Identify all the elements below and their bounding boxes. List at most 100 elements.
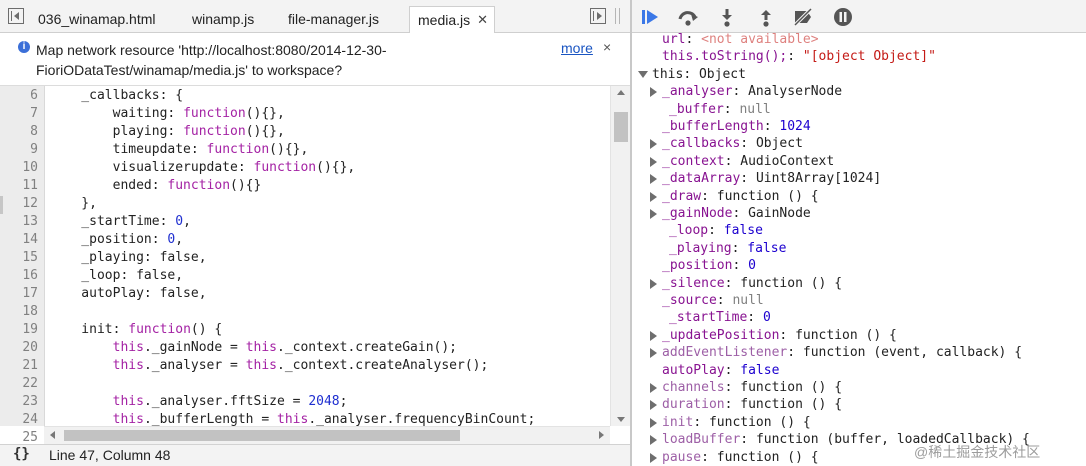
tab-label: 036_winamap.html	[38, 11, 156, 27]
scroll-up-icon[interactable]	[617, 90, 625, 95]
watermark-text: @稀土掘金技术社区	[914, 444, 1041, 460]
code-line: timeupdate: function(){},	[50, 142, 309, 157]
collapsed-triangle-icon[interactable]	[650, 87, 657, 98]
code-editor[interactable]: 6 _callbacks: {7 waiting: function(){}, 8…	[0, 86, 610, 445]
scope-value: function () {	[716, 449, 819, 465]
separator	[615, 8, 616, 24]
collapsed-triangle-icon[interactable]	[650, 191, 657, 202]
line-number[interactable]: 7	[0, 105, 38, 123]
collapsed-triangle-icon[interactable]	[650, 174, 657, 185]
collapsed-triangle-icon[interactable]	[650, 383, 657, 393]
close-tab-icon[interactable]: ✕	[477, 7, 488, 33]
tab-036-winamap-html[interactable]: 036_winamap.html	[30, 6, 170, 32]
collapsed-triangle-icon[interactable]	[650, 348, 657, 359]
line-number[interactable]: 18	[0, 303, 38, 321]
scope-value: AnalyserNode	[748, 84, 843, 100]
line-number[interactable]: 13	[0, 213, 38, 231]
editor-pane: 036_winamap.html winamp.js file-manager.…	[0, 0, 630, 466]
scope-key: this.toString();: "[object Object]"	[662, 49, 936, 65]
code-line: _loop: false,	[50, 268, 184, 283]
scope-value: null	[732, 293, 764, 308]
scope-value: GainNode	[748, 206, 811, 221]
scope-value: 0	[748, 258, 756, 274]
scope-key: pause: function () {	[662, 449, 819, 465]
line-number[interactable]: 16	[0, 267, 38, 285]
line-number[interactable]: 9	[0, 141, 38, 159]
line-number[interactable]: 23	[0, 393, 38, 411]
scope-value: AudioContext	[740, 153, 835, 169]
code-line: visualizerupdate: function(){},	[50, 160, 356, 175]
scope-value: <not available>	[701, 32, 819, 47]
editor-status-bar: {} Line 47, Column 48	[0, 444, 630, 466]
step-into-icon[interactable]	[716, 6, 738, 28]
infobar-message: Map network resource 'http://localhost:8…	[36, 40, 536, 80]
scope-value: Object	[755, 136, 803, 152]
scope-key: autoPlay: false	[662, 362, 780, 378]
tab-label: media.js	[418, 12, 471, 28]
line-number[interactable]: 10	[0, 159, 38, 177]
scope-key: _context: AudioContext	[662, 153, 835, 169]
collapsed-triangle-icon[interactable]	[650, 435, 657, 446]
pretty-print-button[interactable]: {}	[13, 446, 30, 462]
code-line: autoPlay: false,	[50, 286, 207, 301]
collapsed-triangle-icon[interactable]	[650, 209, 657, 219]
scrollbar-thumb[interactable]	[64, 430, 460, 441]
collapsed-triangle-icon[interactable]	[650, 278, 657, 289]
collapsed-triangle-icon[interactable]	[650, 139, 657, 150]
vertical-scrollbar[interactable]	[610, 86, 630, 426]
line-number[interactable]: 8	[0, 123, 38, 141]
pause-on-exceptions-icon[interactable]	[832, 6, 854, 28]
line-number[interactable]: 15	[0, 249, 38, 267]
scope-key: _playing: false	[669, 240, 787, 256]
scope-key: channels: function () {	[662, 380, 843, 395]
line-number[interactable]: 12	[0, 195, 38, 213]
line-number[interactable]: 14	[0, 231, 38, 249]
scope-key: duration: function () {	[662, 397, 843, 413]
deactivate-breakpoints-icon[interactable]	[792, 6, 814, 28]
line-number[interactable]: 24	[0, 411, 38, 429]
line-number[interactable]: 19	[0, 321, 38, 339]
code-line: _position: 0,	[50, 232, 184, 247]
scope-key: this: Object	[652, 66, 746, 82]
scope-value: 1024	[779, 119, 811, 134]
tab-media-js[interactable]: media.js ✕	[409, 6, 495, 33]
collapsed-triangle-icon[interactable]	[650, 400, 657, 411]
scrollbar-thumb[interactable]	[614, 112, 628, 142]
expanded-triangle-icon[interactable]	[638, 70, 648, 78]
step-out-icon[interactable]	[755, 6, 777, 28]
code-line: _playing: false,	[50, 250, 207, 265]
collapsed-triangle-icon[interactable]	[650, 452, 657, 463]
line-number[interactable]: 11	[0, 177, 38, 195]
scroll-right-icon[interactable]	[599, 431, 604, 439]
line-number[interactable]: 22	[0, 375, 38, 393]
collapsed-triangle-icon[interactable]	[650, 330, 657, 341]
close-icon[interactable]: ×	[603, 39, 611, 55]
toggle-debugger-icon[interactable]	[590, 8, 606, 24]
scope-key: _buffer: null	[669, 101, 771, 117]
scope-value: function (event, callback) {	[802, 345, 1023, 361]
editor-tab-bar: 036_winamap.html winamp.js file-manager.…	[0, 0, 630, 33]
resume-icon[interactable]	[639, 6, 661, 28]
collapsed-triangle-icon[interactable]	[650, 156, 657, 167]
toggle-navigator-icon[interactable]	[8, 8, 24, 24]
line-number[interactable]: 17	[0, 285, 38, 303]
scroll-down-icon[interactable]	[617, 417, 625, 422]
step-over-icon[interactable]	[677, 6, 699, 28]
scope-value: Uint8Array[1024]	[755, 171, 882, 187]
scope-value: false	[747, 240, 787, 256]
scope-key: _position: 0	[662, 258, 756, 274]
scope-value: "[object Object]"	[802, 49, 936, 65]
line-number[interactable]: 20	[0, 339, 38, 357]
tab-file-manager-js[interactable]: file-manager.js	[280, 6, 406, 32]
collapsed-triangle-icon[interactable]	[650, 417, 657, 428]
line-number[interactable]: 6	[0, 87, 38, 105]
tab-winamp-js[interactable]: winamp.js	[184, 6, 274, 32]
scope-key: _updatePosition: function () {	[662, 327, 897, 343]
line-number[interactable]: 21	[0, 357, 38, 375]
scroll-left-icon[interactable]	[50, 431, 55, 439]
tab-label: file-manager.js	[288, 11, 380, 27]
more-link[interactable]: more	[561, 40, 593, 56]
code-line: _callbacks: {	[50, 88, 184, 103]
separator	[619, 8, 620, 24]
horizontal-scrollbar[interactable]	[44, 426, 610, 444]
